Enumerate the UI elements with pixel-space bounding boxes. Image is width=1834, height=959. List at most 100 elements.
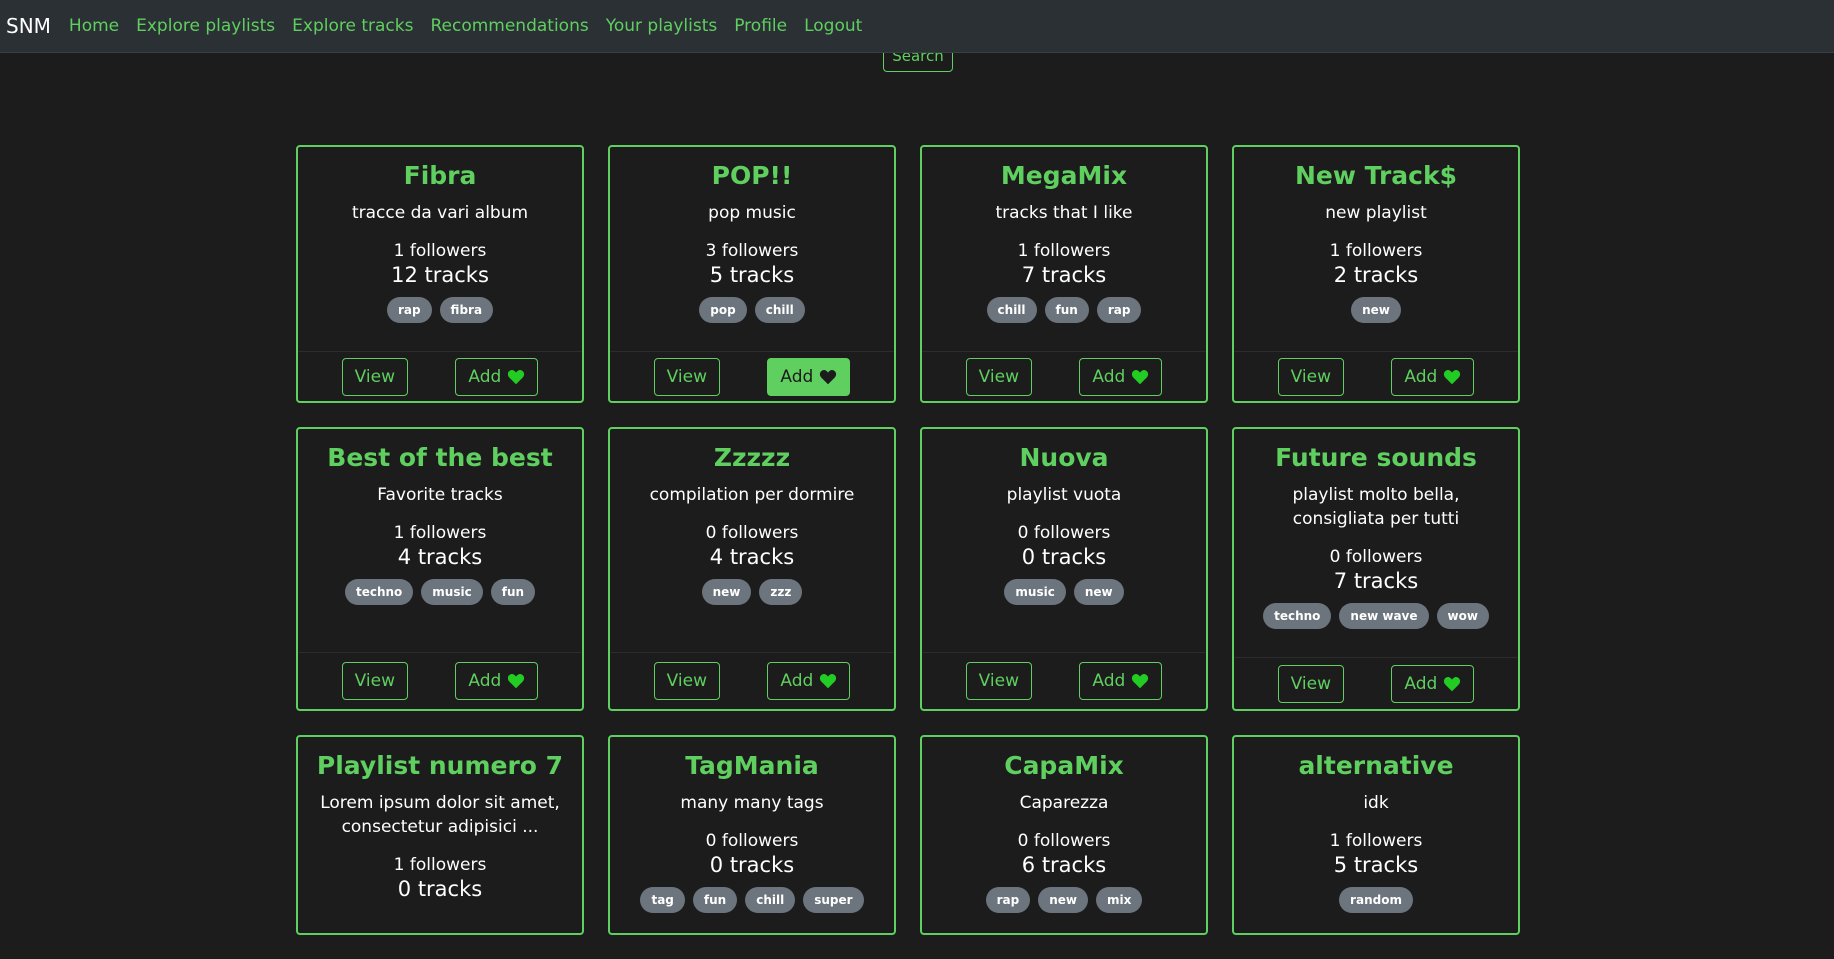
tag-badge[interactable]: chill [986,297,1037,323]
playlist-description: many many tags [680,793,824,813]
card-footer: View Add [1234,351,1518,401]
add-to-favorites-button[interactable]: Add [1079,357,1163,396]
add-to-favorites-button[interactable]: Add [1391,357,1475,396]
tracks-count: 0 tracks [397,877,483,901]
heart-icon [820,369,837,384]
tag-badge[interactable]: new wave [1339,603,1429,629]
card-body: Zzzzz compilation per dormire 0 followers 4… [610,429,894,624]
playlist-card: CapaMix Caparezza 0 followers 6 tracks rap ne… [920,735,1208,935]
tag-badge[interactable]: fun [490,579,536,605]
view-button[interactable]: View [1277,664,1345,703]
add-to-favorites-button[interactable]: Add [1079,662,1163,700]
playlist-description: tracce da vari album [351,203,529,223]
view-button[interactable]: View [965,662,1033,700]
nav-link-explore-tracks[interactable]: Explore tracks [292,16,413,36]
playlist-title: Future sounds [1275,443,1477,472]
playlist-description: Favorite tracks [377,485,503,505]
playlist-card: Zzzzz compilation per dormire 0 followers 4… [608,427,896,711]
card-footer: View Add [610,652,894,709]
card-body: CapaMix Caparezza 0 followers 6 tracks rap ne… [922,737,1206,933]
heart-icon [1444,676,1461,691]
tag-badge[interactable]: techno [344,579,414,605]
tag-badge[interactable]: new [1073,579,1124,605]
tag-badge[interactable]: music [421,579,483,605]
tag-badge[interactable]: fun [692,887,738,913]
tag-badge[interactable]: zzz [759,579,803,605]
view-button[interactable]: View [341,662,409,700]
followers-count: 0 followers [705,523,799,543]
playlist-title: alternative [1298,751,1454,780]
followers-count: 0 followers [1329,547,1423,567]
view-button[interactable]: View [341,357,409,396]
nav-link-explore-playlists[interactable]: Explore playlists [136,16,275,36]
add-to-favorites-button[interactable]: Add [767,662,851,700]
tag-badge[interactable]: rap [985,887,1031,913]
heart-icon [1132,674,1149,689]
tag-badge[interactable]: tag [640,887,685,913]
add-button-label: Add [780,671,814,691]
nav-link-home[interactable]: Home [69,16,119,36]
tag-badge[interactable]: rap [1096,297,1142,323]
playlist-card: TagMania many many tags 0 followers 0 track… [608,735,896,935]
add-to-favorites-button[interactable]: Add [455,662,539,700]
card-footer: View Add [922,351,1206,401]
playlist-description: idk [1363,793,1389,813]
playlist-card: New Track$ new playlist 1 followers 2 track… [1232,145,1520,403]
view-button[interactable]: View [965,357,1033,396]
view-button[interactable]: View [653,662,721,700]
playlist-title: Best of the best [327,443,553,472]
tag-list: pop chill [620,297,884,323]
playlist-card: MegaMix tracks that I like 1 followers 7 tr… [920,145,1208,403]
followers-count: 3 followers [705,241,799,261]
tag-badge[interactable]: music [1004,579,1066,605]
heart-icon [820,674,837,689]
tag-badge[interactable]: rap [386,297,432,323]
tag-badge[interactable]: techno [1263,603,1332,629]
tag-badge[interactable]: chill [745,887,796,913]
playlist-title: CapaMix [1004,751,1124,780]
tracks-count: 5 tracks [1333,853,1419,877]
tag-badge[interactable]: wow [1436,603,1489,629]
tag-list: techno music fun [308,579,572,605]
heart-icon [1444,369,1461,384]
playlist-description: pop music [708,203,796,223]
followers-count: 0 followers [1017,523,1111,543]
tag-badge[interactable]: pop [699,297,747,323]
add-button-label: Add [468,671,502,691]
add-button-label: Add [1092,671,1126,691]
nav-link-your-playlists[interactable]: Your playlists [606,16,718,36]
add-to-favorites-button[interactable]: Add [1391,664,1475,703]
playlist-description: tracks that I like [995,203,1133,223]
tag-list: music new [932,579,1196,605]
card-body: Fibra tracce da vari album 1 followers 12 t… [298,147,582,323]
tag-badge[interactable]: super [803,887,864,913]
tag-list: chill fun rap [932,297,1196,323]
brand-logo[interactable]: SNM [6,14,51,38]
tracks-count: 0 tracks [1021,545,1107,569]
heart-icon [508,369,525,384]
followers-count: 1 followers [393,523,487,543]
view-button[interactable]: View [1277,357,1345,396]
tag-badge[interactable]: new [701,579,752,605]
add-to-favorites-button[interactable]: Add [767,357,851,396]
tag-badge[interactable]: new [1038,887,1089,913]
tag-badge[interactable]: new [1351,297,1401,323]
tag-badge[interactable]: random [1339,887,1413,913]
add-to-favorites-button[interactable]: Add [455,357,539,396]
heart-icon [508,674,525,689]
tag-badge[interactable]: chill [754,297,805,323]
tag-badge[interactable]: fibra [439,297,494,323]
view-button[interactable]: View [653,357,721,396]
nav-link-profile[interactable]: Profile [734,16,787,36]
tracks-count: 7 tracks [1333,569,1419,593]
nav-link-recommendations[interactable]: Recommendations [430,16,588,36]
card-footer: View Add [298,351,582,401]
tracks-count: 12 tracks [391,263,489,287]
playlist-description: Lorem ipsum dolor sit amet, consectetur … [320,793,560,837]
navbar: SNM Home Explore playlists Explore track… [0,0,1834,53]
tag-badge[interactable]: mix [1096,887,1143,913]
playlist-title: Zzzzz [713,443,791,472]
tag-badge[interactable]: fun [1044,297,1089,323]
nav-link-logout[interactable]: Logout [804,16,862,36]
playlist-card: Fibra tracce da vari album 1 followers 12 t… [296,145,584,403]
